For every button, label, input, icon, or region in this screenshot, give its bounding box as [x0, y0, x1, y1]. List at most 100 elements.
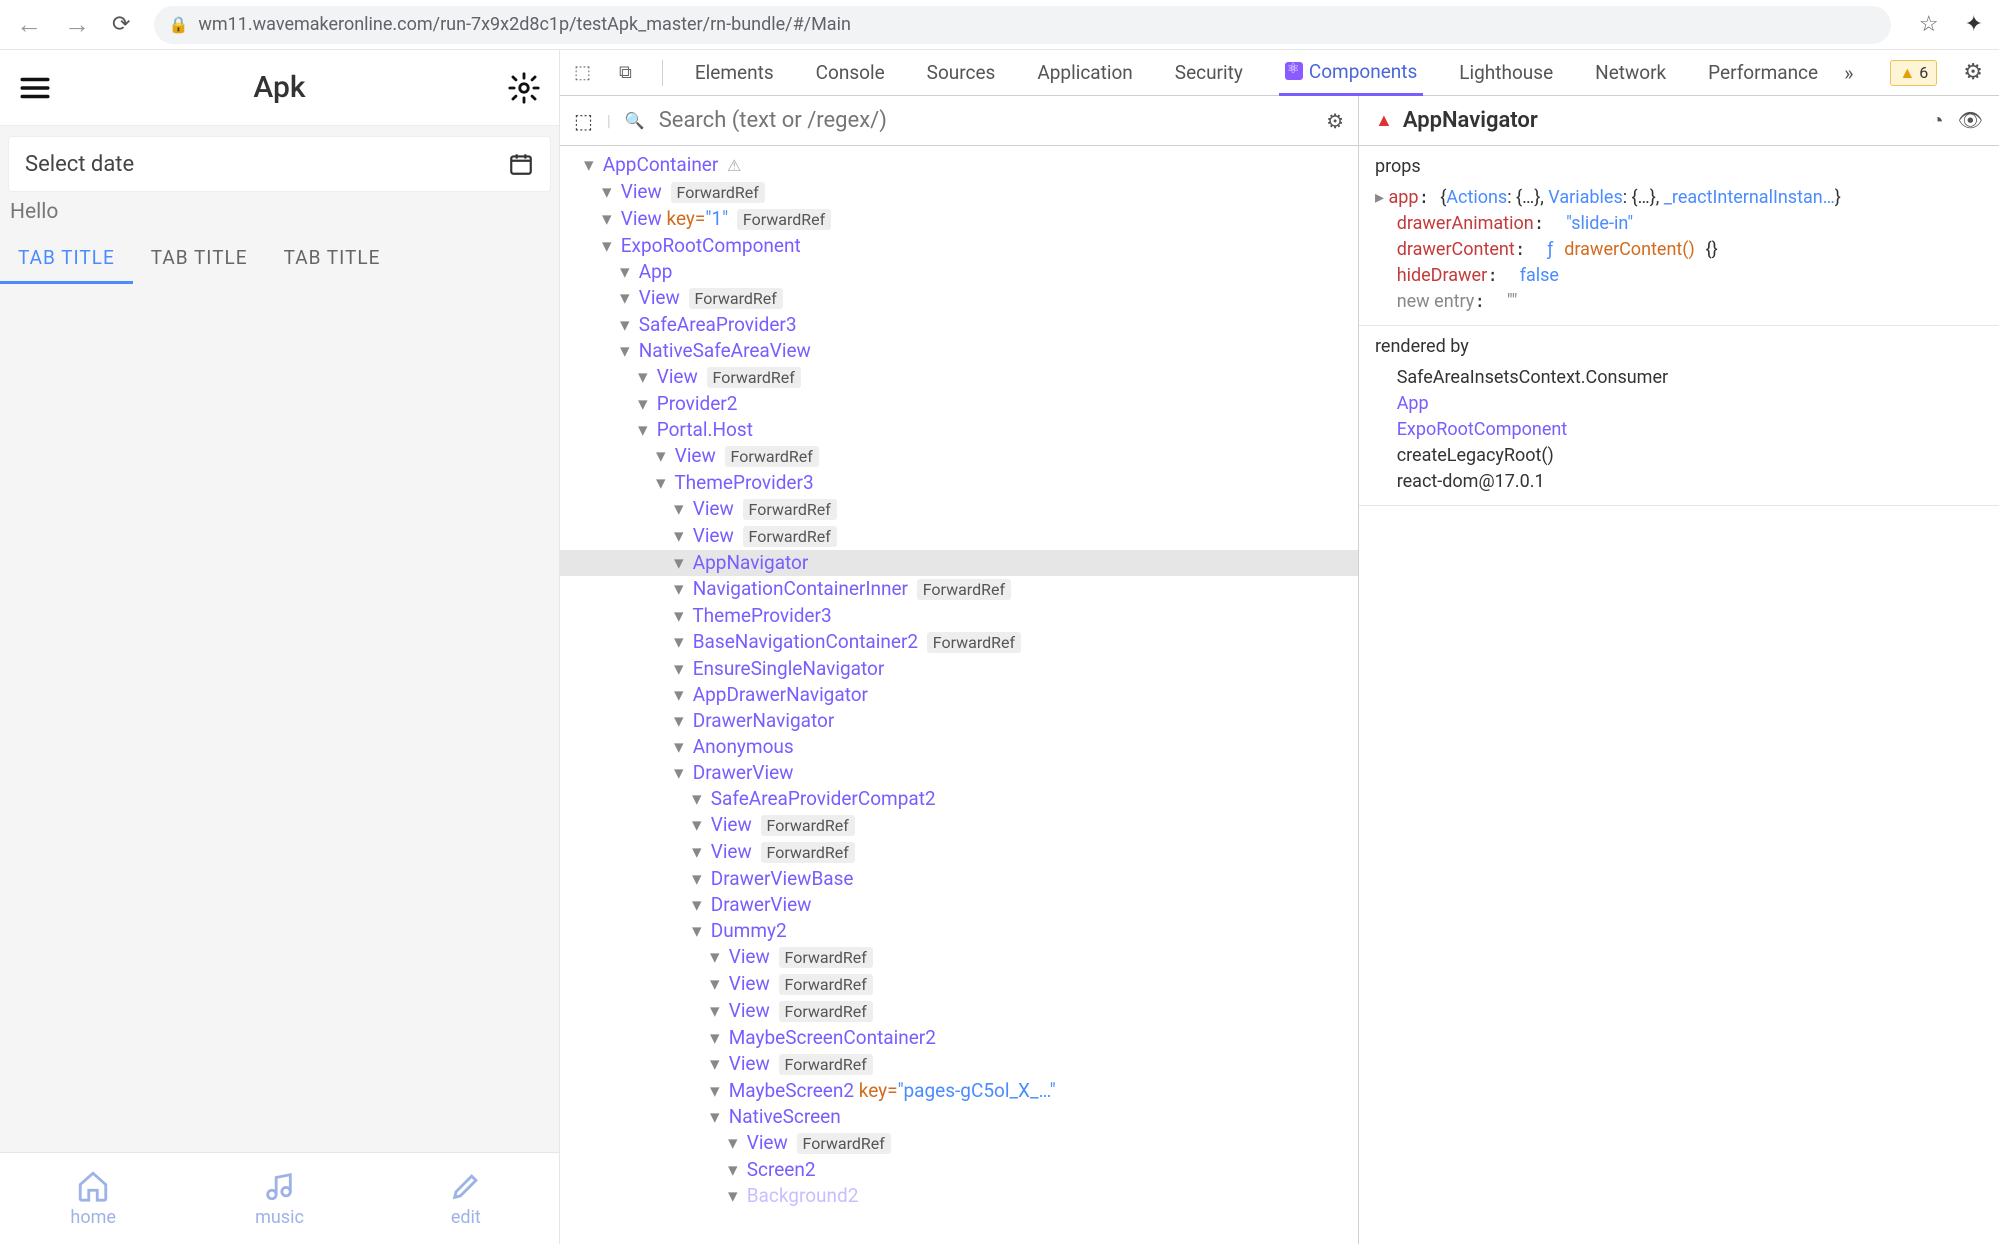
tree-node[interactable]: ▾ View ForwardRef [560, 971, 1358, 998]
devtools-panel: ⬚ ⧉ Elements Console Sources Application Sec… [560, 50, 1999, 1244]
back-button[interactable]: ← [10, 9, 48, 40]
prop-row[interactable]: drawerAnimation: "slide-in" [1375, 211, 1983, 237]
tree-node[interactable]: ▾ View ForwardRef [560, 443, 1358, 470]
prop-row[interactable]: hideDrawer: false [1375, 263, 1983, 289]
rendered-by-item[interactable]: App [1375, 391, 1983, 417]
tree-node[interactable]: ▾ SafeAreaProviderCompat2 [560, 786, 1358, 812]
tree-node[interactable]: ▾ MaybeScreenContainer2 [560, 1025, 1358, 1051]
devtools-settings-icon[interactable]: ⚙ [1957, 60, 1989, 85]
settings-icon[interactable] [507, 71, 541, 105]
app-tab[interactable]: TAB TITLE [266, 232, 399, 284]
devtools-tab-sources[interactable]: Sources [921, 51, 1002, 94]
tree-node[interactable]: ▾ Provider2 [560, 391, 1358, 417]
tree-node[interactable]: ▾ View ForwardRef [560, 1051, 1358, 1078]
rendered-by-item: SafeAreaInsetsContext.Consumer [1375, 365, 1983, 391]
prop-row[interactable]: ▸ app: {Actions: {…}, Variables: {…}, _r… [1375, 185, 1983, 211]
devtools-tab-network[interactable]: Network [1589, 51, 1672, 94]
app-tab[interactable]: TAB TITLE [0, 232, 133, 284]
tree-node[interactable]: ▾ AppContainer ⚠ [560, 152, 1358, 179]
tree-node[interactable]: ▾ View ForwardRef [560, 285, 1358, 312]
rendered-by-section: rendered by SafeAreaInsetsContext.Consum… [1359, 326, 1999, 506]
tree-node[interactable]: ▾ DrawerView [560, 760, 1358, 786]
tree-node[interactable]: ▾ Dummy2 [560, 918, 1358, 944]
devtools-tab-application[interactable]: Application [1031, 51, 1138, 94]
rendered-by-item: createLegacyRoot() [1375, 443, 1983, 469]
props-section: props ▸ app: {Actions: {…}, Variables: {… [1359, 146, 1999, 326]
tree-node[interactable]: ▾ DrawerViewBase [560, 866, 1358, 892]
tree-node[interactable]: ▾ NativeScreen [560, 1104, 1358, 1130]
app-body [0, 284, 559, 1152]
inspect-dom-icon[interactable]: 👁 [1958, 108, 1983, 133]
prop-row[interactable]: new entry: "" [1375, 289, 1983, 315]
tree-node[interactable]: ▾ View ForwardRef [560, 179, 1358, 206]
devtools-tab-performance[interactable]: Performance [1702, 51, 1824, 94]
tree-node[interactable]: ▾ View ForwardRef [560, 812, 1358, 839]
devtools-tabs: ⬚ ⧉ Elements Console Sources Application Sec… [560, 50, 1999, 96]
devtools-tab-security[interactable]: Security [1169, 51, 1249, 94]
hello-text: Hello [0, 192, 559, 232]
device-toggle-icon[interactable]: ⧉ [615, 62, 636, 83]
tree-node[interactable]: ▾ View key="1" ForwardRef [560, 206, 1358, 233]
address-bar[interactable]: 🔒 wm11.wavemakeronline.com/run-7x9x2d8c1… [154, 6, 1890, 44]
tree-node[interactable]: ▾ EnsureSingleNavigator [560, 656, 1358, 682]
bottom-nav-edit[interactable]: edit [373, 1153, 559, 1244]
tree-node[interactable]: ▾ Background2 [560, 1183, 1358, 1209]
tree-node[interactable]: ▾ View ForwardRef [560, 998, 1358, 1025]
tree-node[interactable]: ▾ Portal.Host [560, 417, 1358, 443]
tree-node[interactable]: ▾ View ForwardRef [560, 944, 1358, 971]
tree-settings-icon[interactable]: ⚙ [1326, 109, 1344, 133]
devtools-tab-console[interactable]: Console [810, 51, 891, 94]
tree-node[interactable]: ▾ View ForwardRef [560, 1130, 1358, 1157]
tree-node[interactable]: ▾ DrawerNavigator [560, 708, 1358, 734]
hamburger-icon[interactable] [18, 71, 52, 105]
inspector-header: ▲ AppNavigator ◔ 👁 [1359, 96, 1999, 146]
tree-node[interactable]: ▾ DrawerView [560, 892, 1358, 918]
devtools-tab-components[interactable]: Components [1279, 50, 1423, 96]
tree-node[interactable]: ▾ Anonymous [560, 734, 1358, 760]
tree-node[interactable]: ▾ View ForwardRef [560, 364, 1358, 391]
tree-node[interactable]: ▾ SafeAreaProvider3 [560, 312, 1358, 338]
tree-search-row: ⬚ | 🔍 ⚙ [560, 96, 1358, 146]
inspector-panel: ▲ AppNavigator ◔ 👁 props ▸ app: {Actions… [1359, 96, 1999, 1244]
rendered-by-item[interactable]: ExpoRootComponent [1375, 417, 1983, 443]
bottom-nav: homemusicedit [0, 1152, 559, 1244]
select-element-icon[interactable]: ⬚ [574, 109, 593, 133]
app-tab[interactable]: TAB TITLE [133, 232, 266, 284]
tree-node[interactable]: ▾ ThemeProvider3 [560, 603, 1358, 629]
suspense-icon[interactable]: ◔ [1932, 108, 1944, 133]
app-preview-panel: Apk Select date Hello TAB TITLETAB TITLE… [0, 50, 560, 1244]
tree-node[interactable]: ▾ AppNavigator [560, 550, 1358, 576]
inspect-element-icon[interactable]: ⬚ [570, 62, 595, 83]
tree-node[interactable]: ▾ NavigationContainerInner ForwardRef [560, 576, 1358, 603]
prop-row[interactable]: drawerContent: ƒ drawerContent() {} [1375, 237, 1983, 263]
forward-button[interactable]: → [58, 9, 96, 40]
search-input[interactable] [659, 108, 1312, 133]
tree-node[interactable]: ▾ AppDrawerNavigator [560, 682, 1358, 708]
date-placeholder: Select date [25, 152, 134, 177]
react-icon [1285, 62, 1303, 80]
tree-node[interactable]: ▾ ThemeProvider3 [560, 470, 1358, 496]
bookmark-icon[interactable]: ☆ [1909, 12, 1949, 37]
warnings-badge[interactable]: ▲6 [1890, 60, 1937, 86]
tree-node[interactable]: ▾ View ForwardRef [560, 523, 1358, 550]
tree-node[interactable]: ▾ View ForwardRef [560, 839, 1358, 866]
bottom-nav-home[interactable]: home [0, 1153, 186, 1244]
date-selector[interactable]: Select date [8, 136, 551, 192]
tree-node[interactable]: ▾ View ForwardRef [560, 496, 1358, 523]
component-tree[interactable]: ▾ AppContainer ⚠▾ View ForwardRef▾ View … [560, 146, 1358, 1244]
tree-node[interactable]: ▾ ExpoRootComponent [560, 233, 1358, 259]
bottom-nav-music[interactable]: music [186, 1153, 372, 1244]
reload-button[interactable]: ⟳ [106, 12, 136, 37]
tree-node[interactable]: ▾ App [560, 259, 1358, 285]
tree-node[interactable]: ▾ BaseNavigationContainer2 ForwardRef [560, 629, 1358, 656]
tree-node[interactable]: ▾ Screen2 [560, 1157, 1358, 1183]
props-heading: props [1375, 156, 1983, 177]
rendered-by-heading: rendered by [1375, 336, 1983, 357]
tree-node[interactable]: ▾ NativeSafeAreaView [560, 338, 1358, 364]
lock-icon: 🔒 [168, 15, 188, 34]
devtools-tab-lighthouse[interactable]: Lighthouse [1453, 51, 1559, 94]
more-tabs-icon[interactable]: » [1844, 61, 1853, 85]
devtools-tab-elements[interactable]: Elements [689, 51, 780, 94]
extensions-icon[interactable]: ✦ [1959, 12, 1989, 37]
tree-node[interactable]: ▾ MaybeScreen2 key="pages-gC5ol_X_…" [560, 1078, 1358, 1104]
